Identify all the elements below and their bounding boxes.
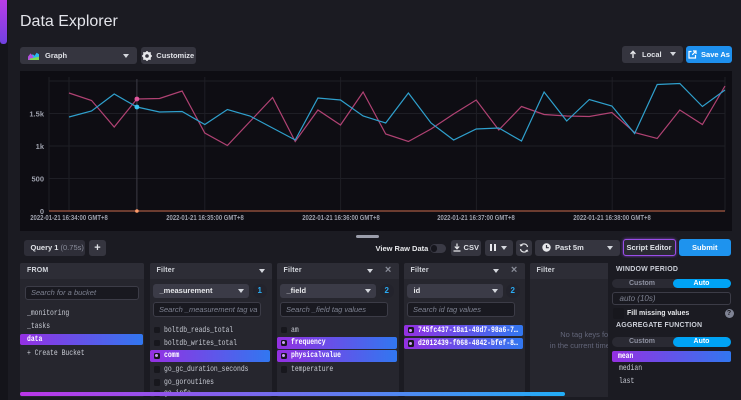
svg-text:1.5k: 1.5k bbox=[29, 110, 44, 119]
svg-text:500: 500 bbox=[31, 175, 44, 184]
svg-text:1k: 1k bbox=[36, 142, 45, 151]
